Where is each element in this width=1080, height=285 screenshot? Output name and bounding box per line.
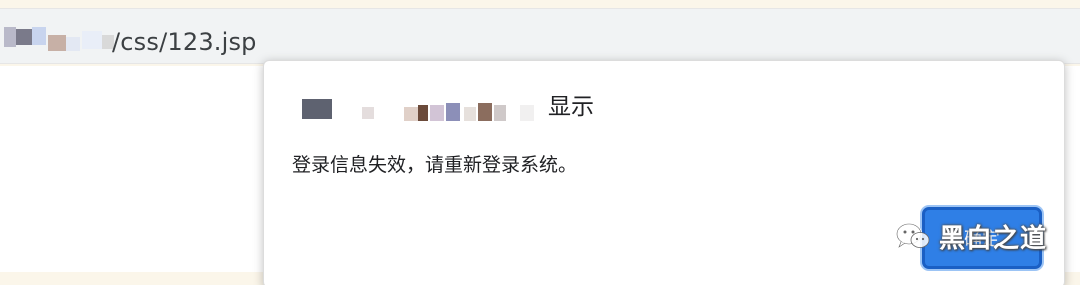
url-text[interactable]: /css/123.jsp [112,28,257,56]
wechat-icon [895,222,930,248]
title-redaction [302,99,542,121]
watermark-text: 黑白之道 [939,224,1048,254]
browser-screen: /css/123.jsp 显示 登录信息失效，请重新登录系统。 确定 黑白之道 [0,0,1080,285]
dialog-title: 显示 [548,94,594,120]
dialog-message: 登录信息失效，请重新登录系统。 [292,154,578,176]
watermark: 黑白之道 [895,218,1047,255]
url-redaction [4,25,114,51]
address-bar[interactable]: /css/123.jsp [0,8,1080,64]
